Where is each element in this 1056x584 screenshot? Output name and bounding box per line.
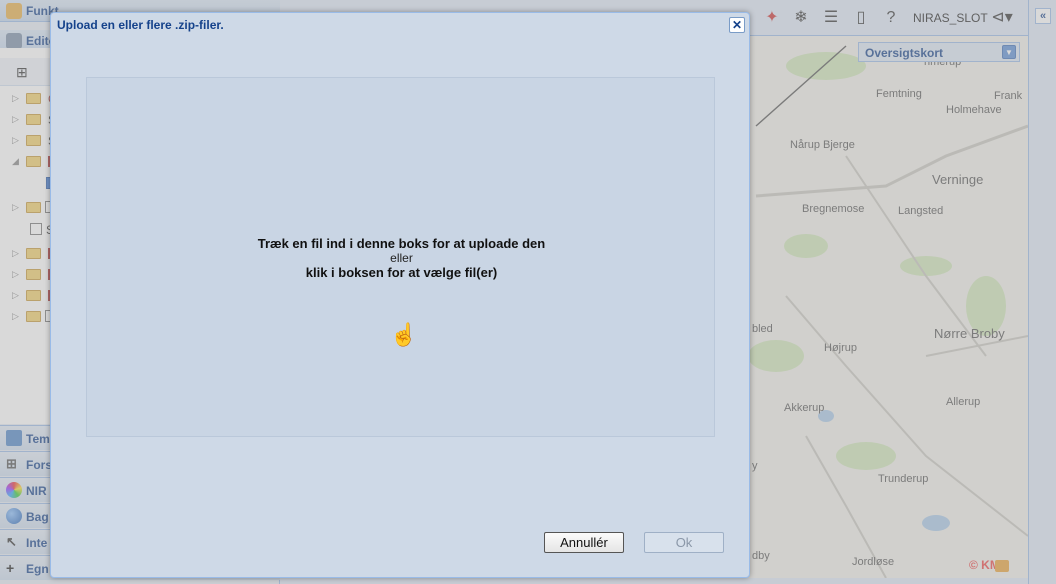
dialog-title: Upload en eller flere .zip-filer. <box>57 18 224 32</box>
ok-button[interactable]: Ok <box>644 532 724 553</box>
file-drop-zone[interactable]: Træk en fil ind i denne boks for at uplo… <box>86 77 715 437</box>
drop-line-1: Træk en fil ind i denne boks for at uplo… <box>257 236 546 251</box>
hand-cursor-icon: ☝ <box>390 322 418 347</box>
upload-dialog: Upload en eller flere .zip-filer. ✕ Træk… <box>50 12 750 578</box>
cancel-button[interactable]: Annullér <box>544 532 624 553</box>
drop-instructions: Træk en fil ind i denne boks for at uplo… <box>87 236 716 280</box>
drop-line-3: klik i boksen for at vælge fil(er) <box>305 265 498 280</box>
drop-line-2: eller <box>390 251 413 265</box>
close-icon[interactable]: ✕ <box>729 17 745 33</box>
